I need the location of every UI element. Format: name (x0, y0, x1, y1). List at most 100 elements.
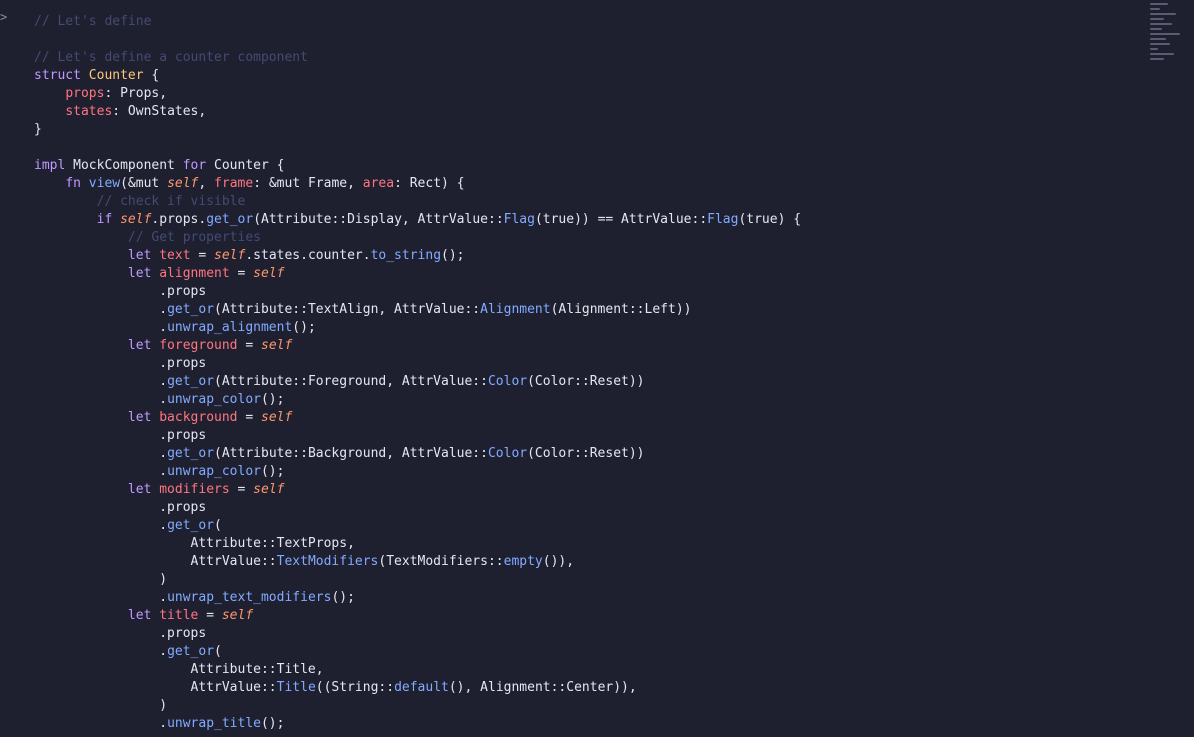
code-line[interactable]: .unwrap_alignment(); (34, 319, 1139, 337)
code-token: MockComponent (65, 158, 183, 173)
code-line[interactable] (34, 139, 1139, 157)
code-line[interactable]: fn view(&mut self, frame: &mut Frame, ar… (34, 175, 1139, 193)
code-token: (true)) == AttrValue:: (534, 212, 708, 227)
code-line[interactable]: props: Props, (34, 85, 1139, 103)
code-line[interactable]: .props (34, 499, 1139, 517)
minimap-line (1150, 23, 1172, 25)
code-token: unwrap_alignment (167, 320, 293, 335)
code-area[interactable]: // Let's define // Let's define a counter… (34, 13, 1139, 737)
code-line[interactable]: .props (34, 625, 1139, 643)
code-token: (); (260, 716, 285, 731)
code-token: (Color::Reset)) (527, 374, 645, 389)
code-token: { (143, 68, 160, 83)
code-token: .props. (151, 212, 207, 227)
code-line[interactable]: .get_or(Attribute::TextAlign, AttrValue:… (34, 301, 1139, 319)
minimap-line (1150, 3, 1168, 5)
code-token: .props (34, 284, 207, 299)
code-token: if (96, 212, 113, 227)
code-line[interactable]: let background = self (34, 409, 1139, 427)
code-line[interactable]: AttrValue::TextModifiers(TextModifiers::… (34, 553, 1139, 571)
code-token: self (261, 338, 293, 353)
code-token: . (34, 320, 168, 335)
code-token: . (34, 374, 168, 389)
code-line[interactable]: Attribute::TextProps, (34, 535, 1139, 553)
code-token: . (34, 644, 168, 659)
code-token: ( (214, 644, 222, 659)
code-line[interactable]: struct Counter { (34, 67, 1139, 85)
code-token: . (34, 590, 168, 605)
code-token: get_or (167, 374, 215, 389)
code-line[interactable]: let modifiers = self (34, 481, 1139, 499)
code-line[interactable]: .props (34, 283, 1139, 301)
code-token: = (198, 608, 222, 623)
code-line[interactable]: let title = self (34, 607, 1139, 625)
code-token: ( (214, 518, 222, 533)
code-token: self (167, 176, 199, 191)
code-token: empty (503, 554, 543, 569)
code-line[interactable]: .unwrap_text_modifiers(); (34, 589, 1139, 607)
code-token: get_or (206, 212, 254, 227)
code-token: // Get properties (34, 230, 261, 245)
code-line[interactable]: ) (34, 571, 1139, 589)
code-token: (Attribute::TextAlign, AttrValue:: (214, 302, 481, 317)
code-token: .props (34, 626, 207, 641)
code-line[interactable]: .unwrap_color(); (34, 463, 1139, 481)
code-line[interactable]: .get_or(Attribute::Foreground, AttrValue… (34, 373, 1139, 391)
fold-chevron-icon[interactable]: > (0, 10, 16, 24)
code-line[interactable]: // Let's define (34, 13, 1139, 31)
code-token: AttrValue:: (34, 680, 277, 695)
code-token: alignment (159, 266, 230, 281)
code-line[interactable]: ) (34, 697, 1139, 715)
code-line[interactable] (34, 31, 1139, 49)
code-token: states (65, 104, 113, 119)
code-token: . (34, 716, 168, 731)
code-token: for (182, 158, 207, 173)
code-token: props (65, 86, 105, 101)
code-line[interactable]: // Get properties (34, 229, 1139, 247)
code-line[interactable]: states: OwnStates, (34, 103, 1139, 121)
code-token: (); (260, 464, 285, 479)
code-line[interactable]: .unwrap_title(); (34, 715, 1139, 733)
code-line[interactable]: // Let's define a counter component (34, 49, 1139, 67)
code-editor[interactable]: > // Let's define // Let's define a count… (0, 0, 1194, 737)
code-token: get_or (167, 518, 215, 533)
code-line[interactable]: let foreground = self (34, 337, 1139, 355)
code-token: ) (34, 572, 168, 587)
code-token: Alignment (480, 302, 551, 317)
code-line[interactable]: .get_or(Attribute::Background, AttrValue… (34, 445, 1139, 463)
code-token: frame (214, 176, 254, 191)
code-line[interactable]: .get_or( (34, 643, 1139, 661)
code-token: let (127, 608, 152, 623)
code-line[interactable]: .props (34, 427, 1139, 445)
code-line[interactable]: .get_or( (34, 517, 1139, 535)
code-token: .props (34, 356, 207, 371)
code-token: TextModifiers (276, 554, 379, 569)
code-token: let (127, 410, 152, 425)
code-token: (true) { (738, 212, 802, 227)
code-token: unwrap_color (167, 464, 261, 479)
code-token: foreground (159, 338, 238, 353)
code-token: (); (441, 248, 465, 263)
code-line[interactable]: let text = self.states.counter.to_string… (34, 247, 1139, 265)
code-token: AttrValue:: (34, 554, 277, 569)
code-token: ()), (542, 554, 575, 569)
code-line[interactable]: impl MockComponent for Counter { (34, 157, 1139, 175)
code-line[interactable]: Attribute::Title, (34, 661, 1139, 679)
minimap[interactable] (1148, 0, 1182, 737)
code-line[interactable]: if self.props.get_or(Attribute::Display,… (34, 211, 1139, 229)
code-line[interactable]: } (34, 121, 1139, 139)
code-token: (); (331, 590, 355, 605)
code-line[interactable]: // check if visible (34, 193, 1139, 211)
code-token: . (34, 518, 168, 533)
code-line[interactable]: .unwrap_color(); (34, 391, 1139, 409)
code-line[interactable]: .props (34, 355, 1139, 373)
code-token: (Alignment::Left)) (550, 302, 692, 317)
code-line[interactable]: let alignment = self (34, 265, 1139, 283)
code-token: let (127, 338, 152, 353)
code-line[interactable]: AttrValue::Title((String::default(), Ali… (34, 679, 1139, 697)
code-token: self (214, 248, 246, 263)
